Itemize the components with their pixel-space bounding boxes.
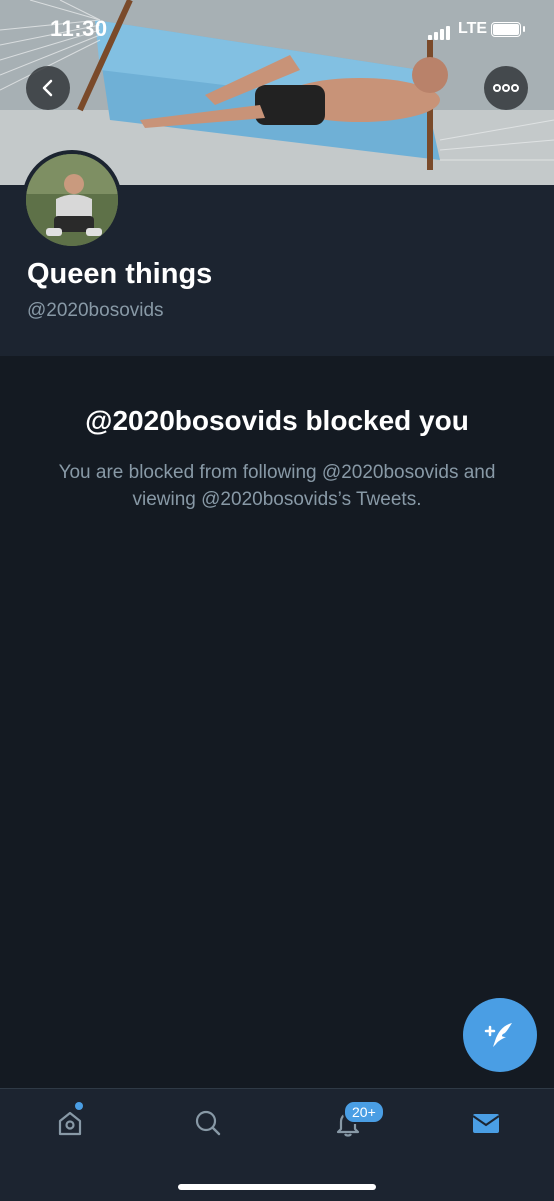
tab-bar: 20+ [0, 1088, 554, 1201]
compose-tweet-icon [484, 1023, 512, 1047]
tab-messages[interactable] [466, 1103, 506, 1143]
network-type: LTE [458, 20, 488, 37]
status-bar: 11:30 LTE [0, 0, 554, 60]
battery-cap [523, 26, 525, 32]
signal-strength-icon [428, 22, 452, 40]
notifications-badge: 20+ [343, 1100, 385, 1124]
tab-home[interactable] [50, 1103, 90, 1143]
status-time: 11:30 [50, 16, 108, 41]
more-options-button[interactable] [484, 66, 528, 110]
avatar[interactable] [22, 150, 122, 250]
more-horizontal-icon [493, 84, 519, 92]
back-button[interactable] [26, 66, 70, 110]
user-handle: @2020bosovids [27, 300, 164, 321]
home-indicator [178, 1184, 376, 1190]
tab-search[interactable] [188, 1103, 228, 1143]
mail-icon [472, 1114, 500, 1133]
battery-icon [491, 22, 521, 37]
display-name: Queen things [27, 258, 213, 290]
blocked-description: You are blocked from following @2020boso… [58, 462, 496, 510]
home-icon [58, 1111, 82, 1136]
blocked-title: @2020bosovids blocked you [85, 405, 469, 436]
home-unread-dot [75, 1102, 83, 1110]
chevron-left-icon [42, 79, 53, 97]
compose-tweet-button[interactable] [463, 998, 537, 1072]
avatar-image [26, 154, 118, 246]
search-icon [195, 1110, 221, 1136]
